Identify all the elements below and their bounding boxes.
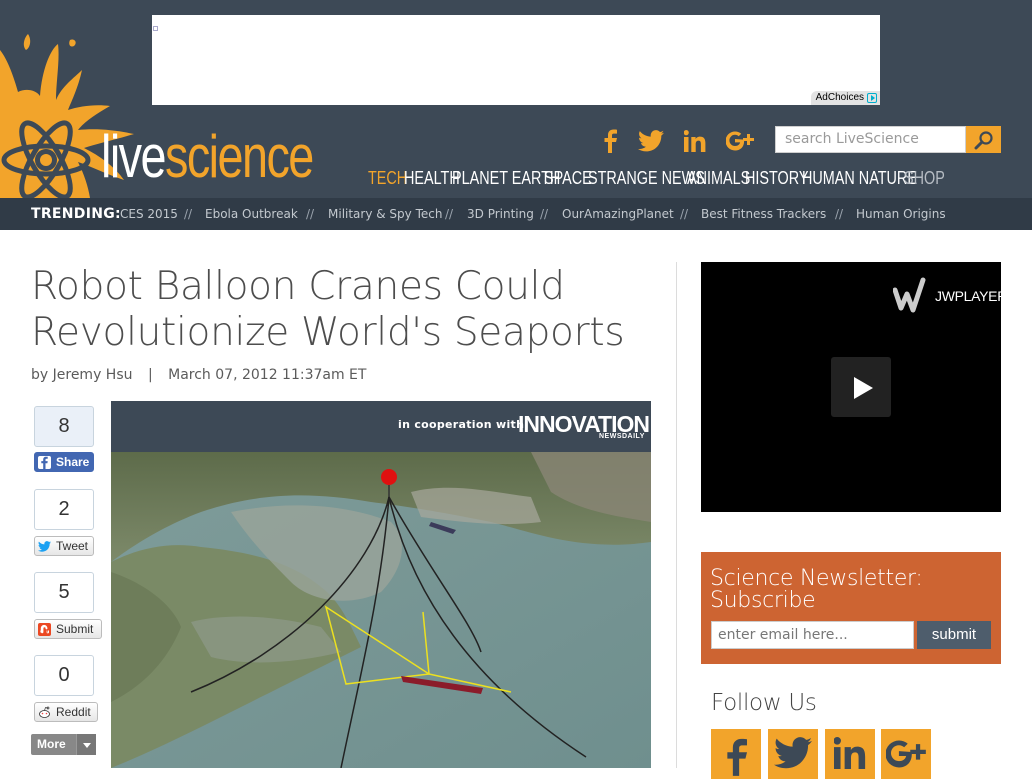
trending-item[interactable]: Best Fitness Trackers bbox=[701, 198, 826, 230]
article-image bbox=[111, 452, 651, 768]
cooperation-banner: in cooperation with INNOVATION NEWSDAILY bbox=[111, 401, 651, 452]
logo-live: live bbox=[101, 123, 167, 190]
reddit-count: 0 bbox=[34, 655, 94, 696]
header-googleplus-icon[interactable] bbox=[725, 128, 755, 154]
reddit-label: Reddit bbox=[56, 705, 91, 719]
tweet-button[interactable]: Tweet bbox=[34, 536, 94, 556]
video-player[interactable]: JWPLAYER bbox=[701, 262, 1007, 512]
nav-space[interactable]: SPACE bbox=[544, 166, 592, 190]
newsletter-title: Science Newsletter: Subscribe bbox=[710, 566, 923, 613]
chevron-down-icon bbox=[76, 734, 96, 755]
follow-us-title: Follow Us bbox=[711, 690, 817, 716]
logo-wordmark[interactable]: livescience bbox=[101, 122, 314, 192]
facebook-share-count: 8 bbox=[34, 406, 94, 447]
author-link[interactable]: Jeremy Hsu bbox=[53, 367, 133, 383]
jwplayer-icon bbox=[893, 277, 926, 313]
search-button[interactable] bbox=[966, 126, 1001, 153]
trending-bar: TRENDING: CES 2015 // Ebola Outbreak // … bbox=[0, 198, 1032, 230]
stumbleupon-icon bbox=[38, 623, 51, 636]
trending-item[interactable]: CES 2015 bbox=[120, 198, 178, 230]
tweet-count: 2 bbox=[34, 489, 94, 530]
trending-separator: // bbox=[540, 207, 549, 221]
trending-item[interactable]: Human Origins bbox=[856, 198, 946, 230]
follow-facebook-icon[interactable] bbox=[711, 729, 761, 779]
play-button[interactable] bbox=[831, 357, 891, 417]
trending-item[interactable]: OurAmazingPlanet bbox=[562, 198, 674, 230]
search-input[interactable]: search LiveScience bbox=[775, 126, 966, 153]
adchoices-icon bbox=[867, 93, 877, 103]
nav-shop[interactable]: SHOP bbox=[904, 166, 945, 190]
byline-by: by bbox=[31, 367, 49, 383]
stumbleupon-count: 5 bbox=[34, 572, 94, 613]
more-share-button[interactable]: More bbox=[31, 734, 96, 755]
nav-planet-earth[interactable]: PLANET EARTH bbox=[452, 166, 560, 190]
stumbleupon-submit-button[interactable]: Submit bbox=[34, 619, 102, 639]
trending-item[interactable]: Ebola Outbreak bbox=[205, 198, 298, 230]
search-icon bbox=[974, 130, 993, 149]
reddit-button[interactable]: Reddit bbox=[34, 702, 98, 722]
facebook-share-label: Share bbox=[56, 455, 90, 469]
byline: by Jeremy Hsu | March 07, 2012 11:37am E… bbox=[31, 366, 366, 384]
byline-pipe: | bbox=[147, 367, 153, 383]
header-linkedin-icon[interactable] bbox=[680, 128, 710, 154]
nav-animals[interactable]: ANIMALS bbox=[687, 166, 750, 190]
nav-strange-news[interactable]: STRANGE NEWS bbox=[588, 166, 705, 190]
trending-item[interactable]: 3D Printing bbox=[467, 198, 534, 230]
trending-item[interactable]: Military & Spy Tech bbox=[328, 198, 442, 230]
facebook-icon bbox=[38, 456, 51, 469]
adchoices-link[interactable]: AdChoices bbox=[810, 91, 880, 105]
cooperation-text: in cooperation with bbox=[398, 418, 525, 431]
main-nav: TECH HEALTH PLANET EARTH SPACE STRANGE N… bbox=[368, 166, 945, 190]
facebook-share-button[interactable]: Share bbox=[34, 452, 94, 472]
adchoices-label: AdChoices bbox=[815, 92, 864, 103]
newsletter-box: Science Newsletter: Subscribe enter emai… bbox=[701, 552, 1001, 664]
trending-separator: // bbox=[184, 207, 193, 221]
email-field[interactable]: enter email here... bbox=[711, 621, 914, 649]
logo-science: science bbox=[164, 123, 314, 190]
tweet-label: Tweet bbox=[56, 539, 89, 553]
site-header: AdChoices livescience search LiveScience… bbox=[0, 0, 1032, 198]
jwplayer-label: JWPLAYER bbox=[935, 288, 1008, 304]
follow-googleplus-icon[interactable] bbox=[881, 729, 931, 779]
trending-label: TRENDING: bbox=[31, 206, 121, 222]
nav-history[interactable]: HISTORY bbox=[745, 166, 808, 190]
twitter-icon bbox=[38, 540, 51, 553]
jwplayer-logo: JWPLAYER bbox=[893, 276, 1007, 316]
submit-button[interactable]: submit bbox=[917, 621, 991, 649]
ad-placeholder-icon bbox=[153, 26, 158, 31]
trending-separator: // bbox=[835, 207, 844, 221]
nav-human-nature[interactable]: HUMAN NATURE bbox=[802, 166, 917, 190]
follow-linkedin-icon[interactable] bbox=[825, 729, 875, 779]
innovation-newsdaily-sub: NEWSDAILY bbox=[599, 433, 645, 440]
column-divider bbox=[676, 262, 677, 768]
header-facebook-icon[interactable] bbox=[595, 128, 625, 154]
nav-health[interactable]: HEALTH bbox=[404, 166, 460, 190]
follow-twitter-icon[interactable] bbox=[768, 729, 818, 779]
nav-tech[interactable]: TECH bbox=[368, 166, 407, 190]
more-label: More bbox=[37, 737, 66, 751]
trending-separator: // bbox=[445, 207, 454, 221]
article-title: Robot Balloon Cranes Could Revolutionize… bbox=[31, 264, 625, 355]
header-twitter-icon[interactable] bbox=[636, 128, 666, 154]
article-date: March 07, 2012 11:37am ET bbox=[168, 367, 367, 383]
stumbleupon-label: Submit bbox=[56, 622, 94, 636]
reddit-icon bbox=[38, 706, 51, 719]
trending-separator: // bbox=[306, 207, 315, 221]
trending-separator: // bbox=[680, 207, 689, 221]
ad-banner[interactable]: AdChoices bbox=[152, 15, 880, 105]
